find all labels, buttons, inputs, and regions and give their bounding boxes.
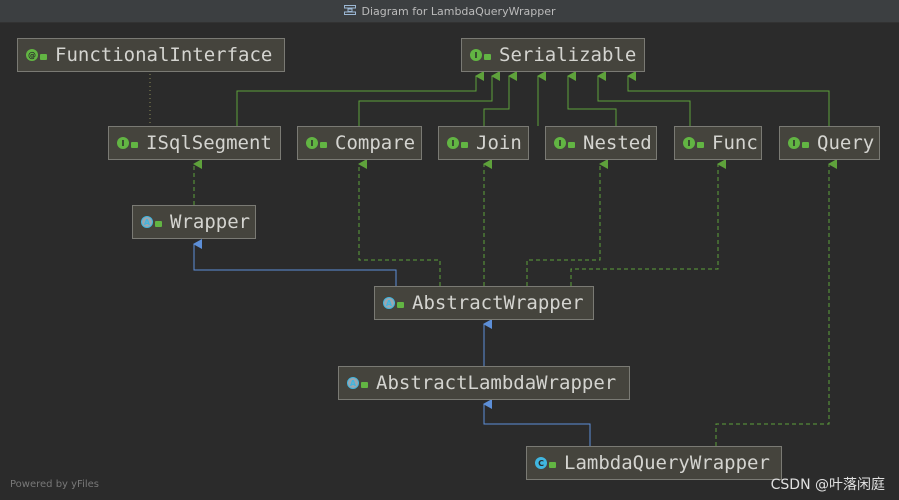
public-visibility-icon [697, 142, 704, 148]
public-visibility-icon [320, 142, 327, 148]
annotation-type-icon: @ [26, 49, 38, 61]
node-label: Nested [583, 132, 652, 154]
edge-abstractwrapper-compare [358, 159, 441, 286]
abstract-class-icon: A [347, 377, 359, 389]
public-visibility-icon [397, 302, 404, 308]
edge-abstractwrapper-nested [526, 159, 608, 286]
node-label: Compare [335, 132, 416, 154]
public-visibility-icon [131, 142, 138, 148]
node-wrapper[interactable]: A Wrapper [132, 205, 256, 239]
public-visibility-icon [549, 462, 556, 468]
node-join[interactable]: I Join [438, 126, 529, 160]
interface-icon: I [683, 137, 695, 149]
powered-by-label: Powered by yFiles [10, 479, 99, 490]
watermark: CSDN @叶落闲庭 [770, 477, 885, 493]
node-label: Query [817, 132, 875, 154]
node-serializable[interactable]: I Serializable [461, 38, 645, 72]
node-abstract-lambda-wrapper[interactable]: A AbstractLambdaWrapper [338, 366, 630, 400]
interface-icon: I [788, 137, 800, 149]
edge-lambdaquerywrapper-abstractlambdawrapper [483, 399, 591, 446]
edge-compare-serializable [358, 71, 500, 126]
interface-icon: I [470, 49, 482, 61]
edge-abstractwrapper-wrapper [193, 239, 397, 286]
abstract-class-icon: A [141, 216, 153, 228]
edge-lambdaquerywrapper-query [715, 159, 837, 446]
interface-icon: I [554, 137, 566, 149]
public-visibility-icon [461, 142, 468, 148]
node-func[interactable]: I Func [674, 126, 762, 160]
interface-icon: I [117, 137, 129, 149]
public-visibility-icon [155, 221, 162, 227]
node-label: Func [712, 132, 758, 154]
node-compare[interactable]: I Compare [297, 126, 422, 160]
node-label: Serializable [499, 44, 637, 66]
node-label: LambdaQueryWrapper [564, 452, 770, 474]
interface-icon: I [306, 137, 318, 149]
node-label: AbstractWrapper [412, 292, 584, 314]
node-isqlsegment[interactable]: I ISqlSegment [108, 126, 281, 160]
node-lambda-query-wrapper[interactable]: C LambdaQueryWrapper [526, 446, 782, 480]
node-functional-interface[interactable]: @ FunctionalInterface [17, 38, 285, 72]
public-visibility-icon [484, 54, 491, 60]
interface-icon: I [447, 137, 459, 149]
node-label: Wrapper [170, 211, 251, 233]
class-icon: C [535, 457, 547, 469]
edge-func2-serializable [597, 71, 691, 126]
node-nested[interactable]: I Nested [545, 126, 657, 160]
public-visibility-icon [361, 382, 368, 388]
node-query[interactable]: I Query [779, 126, 880, 160]
public-visibility-icon [40, 54, 47, 60]
public-visibility-icon [568, 142, 575, 148]
node-label: FunctionalInterface [55, 44, 273, 66]
diagram-edges [149, 71, 837, 446]
abstract-class-icon: A [383, 297, 395, 309]
public-visibility-icon [802, 142, 809, 148]
node-label: ISqlSegment [146, 132, 272, 154]
node-label: Join [476, 132, 522, 154]
node-abstract-wrapper[interactable]: A AbstractWrapper [374, 286, 594, 320]
node-label: AbstractLambdaWrapper [376, 372, 617, 394]
edge-abstractwrapper-func [570, 159, 726, 286]
